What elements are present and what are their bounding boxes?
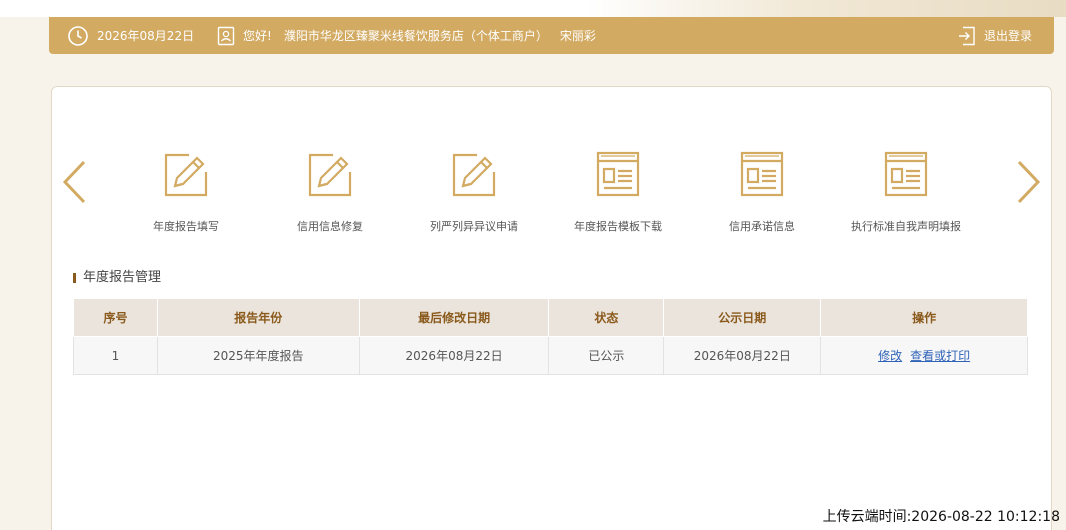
edit-link[interactable]: 修改	[878, 349, 902, 363]
annual-report-table: 序号 报告年份 最后修改日期 状态 公示日期 操作 1 2025年年度报告 20…	[73, 298, 1028, 375]
table-header-row: 序号 报告年份 最后修改日期 状态 公示日期 操作	[73, 298, 1028, 337]
feature-carousel: 年度报告填写 信用信息修复 列严列异异议申请 年度报告模板下载 信用承诺信息 执…	[114, 150, 974, 240]
col-header-year: 报告年份	[156, 298, 360, 337]
document-icon	[740, 151, 784, 197]
chevron-left-icon	[62, 160, 86, 204]
top-header-bar: 2026年08月22日 您好! 濮阳市华龙区臻聚米线餐饮服务店（个体工商户） 宋…	[49, 17, 1054, 54]
section-title-text: 年度报告管理	[83, 270, 162, 285]
feature-credit-repair[interactable]: 信用信息修复	[258, 150, 402, 240]
document-icon	[884, 151, 928, 197]
cell-actions: 修改 查看或打印	[820, 336, 1028, 375]
feature-label: 执行标准自我声明填报	[851, 220, 961, 233]
cell-index: 1	[73, 336, 158, 375]
logout-label: 退出登录	[983, 29, 1032, 43]
logout-icon	[958, 26, 976, 46]
feature-objection-application[interactable]: 列严列异异议申请	[402, 150, 546, 240]
edit-icon	[452, 153, 496, 197]
col-header-index: 序号	[73, 298, 158, 337]
feature-credit-commitment[interactable]: 信用承诺信息	[690, 150, 834, 240]
document-icon	[596, 151, 640, 197]
logout-button[interactable]: 退出登录	[958, 17, 1032, 54]
carousel-prev-button[interactable]	[60, 159, 88, 209]
cell-year: 2025年年度报告	[156, 336, 360, 375]
feature-annual-report-fill[interactable]: 年度报告填写	[114, 150, 258, 240]
col-header-modified: 最后修改日期	[358, 298, 550, 337]
col-header-status: 状态	[548, 298, 665, 337]
date-text: 2026年08月22日	[97, 29, 195, 43]
edit-icon	[308, 153, 352, 197]
user-name: 宋丽彩	[559, 29, 596, 43]
table-row: 1 2025年年度报告 2026年08月22日 已公示 2026年08月22日 …	[73, 336, 1028, 375]
feature-label: 年度报告模板下载	[574, 220, 662, 233]
edit-icon	[164, 153, 208, 197]
col-header-publish: 公示日期	[663, 298, 822, 337]
clock-icon	[67, 25, 89, 47]
header-user-info: 您好! 濮阳市华龙区臻聚米线餐饮服务店（个体工商户） 宋丽彩	[217, 17, 596, 54]
upload-time-label: 上传云端时间:2026-08-22 10:12:18	[822, 509, 1060, 525]
feature-label: 年度报告填写	[153, 220, 219, 233]
cell-publish: 2026年08月22日	[663, 336, 822, 375]
carousel-next-button[interactable]	[1015, 159, 1043, 209]
feature-label: 信用承诺信息	[729, 220, 795, 233]
top-decoration-strip	[0, 0, 1066, 17]
section-title-marker	[73, 273, 76, 283]
chevron-right-icon	[1017, 160, 1041, 204]
feature-label: 列严列异异议申请	[430, 220, 518, 233]
feature-template-download[interactable]: 年度报告模板下载	[546, 150, 690, 240]
main-panel: 年度报告填写 信用信息修复 列严列异异议申请 年度报告模板下载 信用承诺信息 执…	[51, 86, 1052, 530]
view-print-link[interactable]: 查看或打印	[910, 349, 970, 363]
company-name: 濮阳市华龙区臻聚米线餐饮服务店（个体工商户）	[283, 29, 548, 43]
greeting-text: 您好!	[243, 29, 272, 43]
section-title: 年度报告管理	[73, 269, 161, 286]
feature-standard-declaration[interactable]: 执行标准自我声明填报	[834, 150, 978, 240]
user-badge-icon	[217, 26, 235, 46]
feature-label: 信用信息修复	[297, 220, 363, 233]
cell-modified: 2026年08月22日	[358, 336, 550, 375]
cell-status: 已公示	[548, 336, 665, 375]
header-date: 2026年08月22日	[67, 17, 194, 54]
col-header-actions: 操作	[820, 298, 1028, 337]
